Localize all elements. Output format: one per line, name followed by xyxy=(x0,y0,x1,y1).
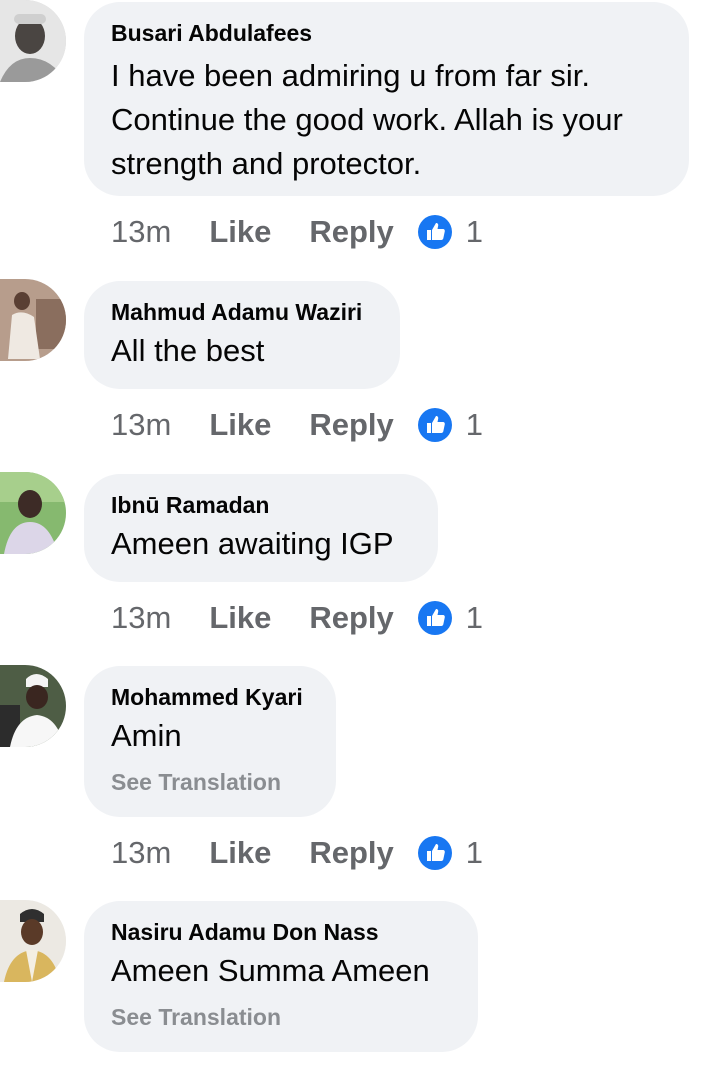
like-button[interactable]: Like xyxy=(209,600,271,636)
comment-text-line: Continue the good work. Allah is your xyxy=(111,102,623,137)
comment-bubble: Busari Abdulafees I have been admiring u… xyxy=(84,2,689,196)
reply-button[interactable]: Reply xyxy=(309,600,393,636)
see-translation-link[interactable]: See Translation xyxy=(111,767,308,797)
comment-timestamp[interactable]: 13m xyxy=(111,407,171,443)
comment-actions: 13m Like Reply 1 xyxy=(111,598,483,638)
avatar[interactable] xyxy=(0,665,66,747)
comment-text-line: Ameen Summa Ameen xyxy=(111,953,430,988)
comment-text: Ameen awaiting IGP xyxy=(111,522,410,565)
like-icon[interactable] xyxy=(417,215,452,249)
like-button[interactable]: Like xyxy=(209,407,271,443)
comment-actions: 13m Like Reply 1 xyxy=(111,833,483,873)
like-button[interactable]: Like xyxy=(209,835,271,871)
profile-photo-icon xyxy=(0,279,66,361)
comment-author[interactable]: Ibnū Ramadan xyxy=(111,490,410,520)
comment-timestamp[interactable]: 13m xyxy=(111,600,171,636)
comment-timestamp[interactable]: 13m xyxy=(111,835,171,871)
like-icon[interactable] xyxy=(417,408,452,442)
comment-actions: 13m Like Reply 1 xyxy=(111,405,483,445)
like-icon[interactable] xyxy=(417,836,452,870)
comment-text: Ameen Summa Ameen xyxy=(111,949,450,992)
profile-photo-icon xyxy=(0,472,66,554)
comment-author[interactable]: Nasiru Adamu Don Nass xyxy=(111,917,450,947)
profile-photo-icon xyxy=(0,665,66,747)
comment-text-line: All the best xyxy=(111,333,265,368)
comment-bubble: Nasiru Adamu Don Nass Ameen Summa Ameen … xyxy=(84,901,478,1052)
comment-text: Amin xyxy=(111,714,308,757)
avatar[interactable] xyxy=(0,0,66,82)
comment-bubble: Mohammed Kyari Amin See Translation xyxy=(84,666,336,817)
profile-photo-icon xyxy=(0,900,66,982)
comment-actions: 13m Like Reply 1 xyxy=(111,212,483,252)
see-translation-link[interactable]: See Translation xyxy=(111,1002,450,1032)
reply-button[interactable]: Reply xyxy=(309,835,393,871)
avatar[interactable] xyxy=(0,900,66,982)
like-icon[interactable] xyxy=(417,601,452,635)
reaction-count[interactable]: 1 xyxy=(466,214,483,250)
comment-author[interactable]: Mohammed Kyari xyxy=(111,682,308,712)
reaction-count[interactable]: 1 xyxy=(466,407,483,443)
comment-text-line: Ameen awaiting IGP xyxy=(111,526,394,561)
comment-author[interactable]: Mahmud Adamu Waziri xyxy=(111,297,372,327)
comment-bubble: Ibnū Ramadan Ameen awaiting IGP xyxy=(84,474,438,582)
avatar[interactable] xyxy=(0,279,66,361)
reply-button[interactable]: Reply xyxy=(309,407,393,443)
comment-text-line: strength and protector. xyxy=(111,146,422,181)
comment-text: All the best xyxy=(111,329,372,372)
avatar[interactable] xyxy=(0,472,66,554)
profile-photo-icon xyxy=(0,0,66,82)
comment-text: I have been admiring u from far sir. Con… xyxy=(111,54,661,186)
comments-list: Busari Abdulafees I have been admiring u… xyxy=(0,0,720,1067)
comment-author[interactable]: Busari Abdulafees xyxy=(111,18,661,48)
comment-bubble: Mahmud Adamu Waziri All the best xyxy=(84,281,400,389)
comment-text-line: Amin xyxy=(111,718,182,753)
comment-text-line: I have been admiring u from far sir. xyxy=(111,58,591,93)
comment-timestamp[interactable]: 13m xyxy=(111,214,171,250)
reaction-count[interactable]: 1 xyxy=(466,835,483,871)
like-button[interactable]: Like xyxy=(209,214,271,250)
reply-button[interactable]: Reply xyxy=(309,214,393,250)
reaction-count[interactable]: 1 xyxy=(466,600,483,636)
